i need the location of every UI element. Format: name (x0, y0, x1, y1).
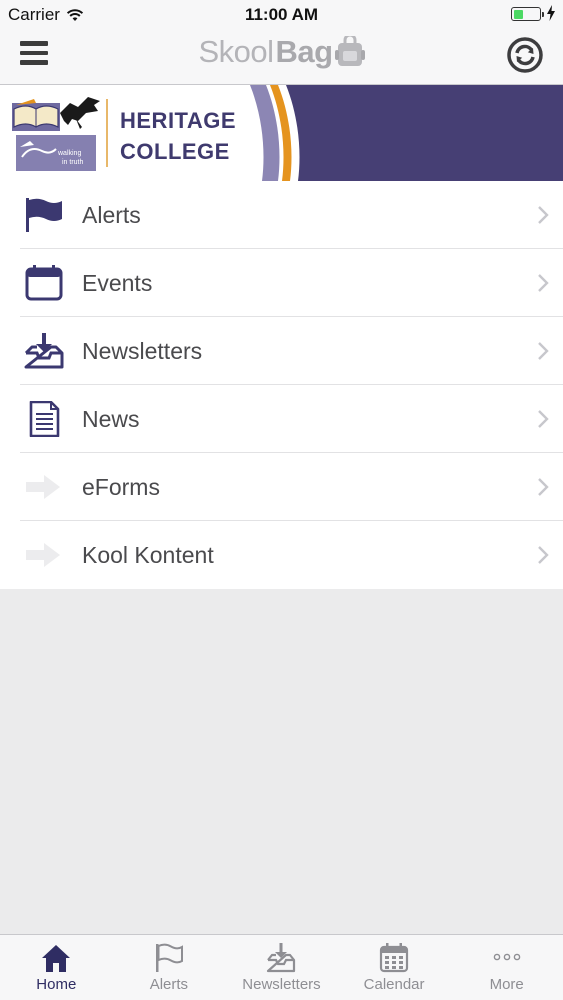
menu-item-events[interactable]: Events (0, 249, 563, 317)
school-name-line2: COLLEGE (120, 139, 230, 164)
menu-item-newsletters[interactable]: Newsletters (0, 317, 563, 385)
chevron-right-icon (538, 342, 549, 360)
chevron-right-icon (538, 410, 549, 428)
flag-icon (26, 198, 62, 232)
chevron-right-icon (538, 274, 549, 292)
tab-label: Alerts (149, 976, 189, 993)
tab-label: Home (36, 976, 77, 993)
main-menu-list: Alerts Events Newsletters News eForms Ko… (0, 181, 563, 589)
chevron-right-icon (538, 206, 549, 224)
brand-name-part1: Skool (198, 34, 274, 69)
tab-more[interactable]: More (450, 935, 563, 1000)
inbox-download-icon (24, 333, 64, 369)
menu-item-alerts[interactable]: Alerts (0, 181, 563, 249)
document-icon (29, 401, 60, 437)
calendar-icon (25, 265, 63, 301)
status-time: 11:00 AM (244, 5, 319, 24)
menu-item-label: News (82, 406, 140, 432)
tab-home[interactable]: Home (0, 935, 113, 1000)
menu-item-label: Events (82, 270, 153, 296)
menu-item-kool-kontent[interactable]: Kool Kontent (0, 521, 563, 589)
menu-item-eforms[interactable]: eForms (0, 453, 563, 521)
sync-icon[interactable] (507, 37, 543, 73)
flag-icon (155, 943, 183, 972)
arrow-right-icon (26, 543, 60, 567)
menu-item-label: Kool Kontent (82, 542, 214, 568)
battery-icon (511, 7, 544, 21)
tab-label: More (489, 976, 524, 993)
brand-logo: Skool Bag (0, 34, 563, 70)
nav-bar: Skool Bag (0, 30, 563, 85)
school-banner: walking in truth HERITAGE COLLEGE (0, 85, 563, 181)
more-dots-icon (493, 953, 520, 961)
status-bar: Carrier 11:00 AM (0, 0, 563, 30)
school-name: HERITAGE COLLEGE (120, 105, 236, 167)
battery-level (513, 9, 524, 19)
tab-label: Calendar (363, 976, 425, 993)
tab-newsletters[interactable]: Newsletters (225, 935, 338, 1000)
logo-motto-line1: walking (57, 150, 81, 157)
logo-motto-line2: in truth (62, 159, 84, 166)
home-icon (42, 945, 71, 972)
charging-bolt-icon (547, 5, 555, 21)
school-name-line1: HERITAGE (120, 108, 237, 133)
menu-item-label: Newsletters (82, 338, 203, 364)
tab-label: Newsletters (242, 976, 321, 993)
chevron-right-icon (538, 546, 549, 564)
tab-calendar[interactable]: Calendar (338, 935, 451, 1000)
menu-item-news[interactable]: News (0, 385, 563, 453)
banner-divider (106, 99, 108, 167)
menu-item-label: Alerts (82, 202, 141, 228)
tab-bar: Home Alerts Newsletters Calendar More (0, 934, 563, 1000)
chevron-right-icon (538, 478, 549, 496)
arrow-right-icon (26, 475, 60, 499)
school-crest-logo: walking in truth (8, 91, 104, 175)
inbox-download-icon (267, 943, 296, 973)
brand-name-part2: Bag (275, 34, 333, 69)
menu-item-label: eForms (82, 474, 160, 500)
schoolbag-icon (334, 36, 365, 66)
calendar-icon (379, 943, 409, 973)
tab-alerts[interactable]: Alerts (113, 935, 226, 1000)
